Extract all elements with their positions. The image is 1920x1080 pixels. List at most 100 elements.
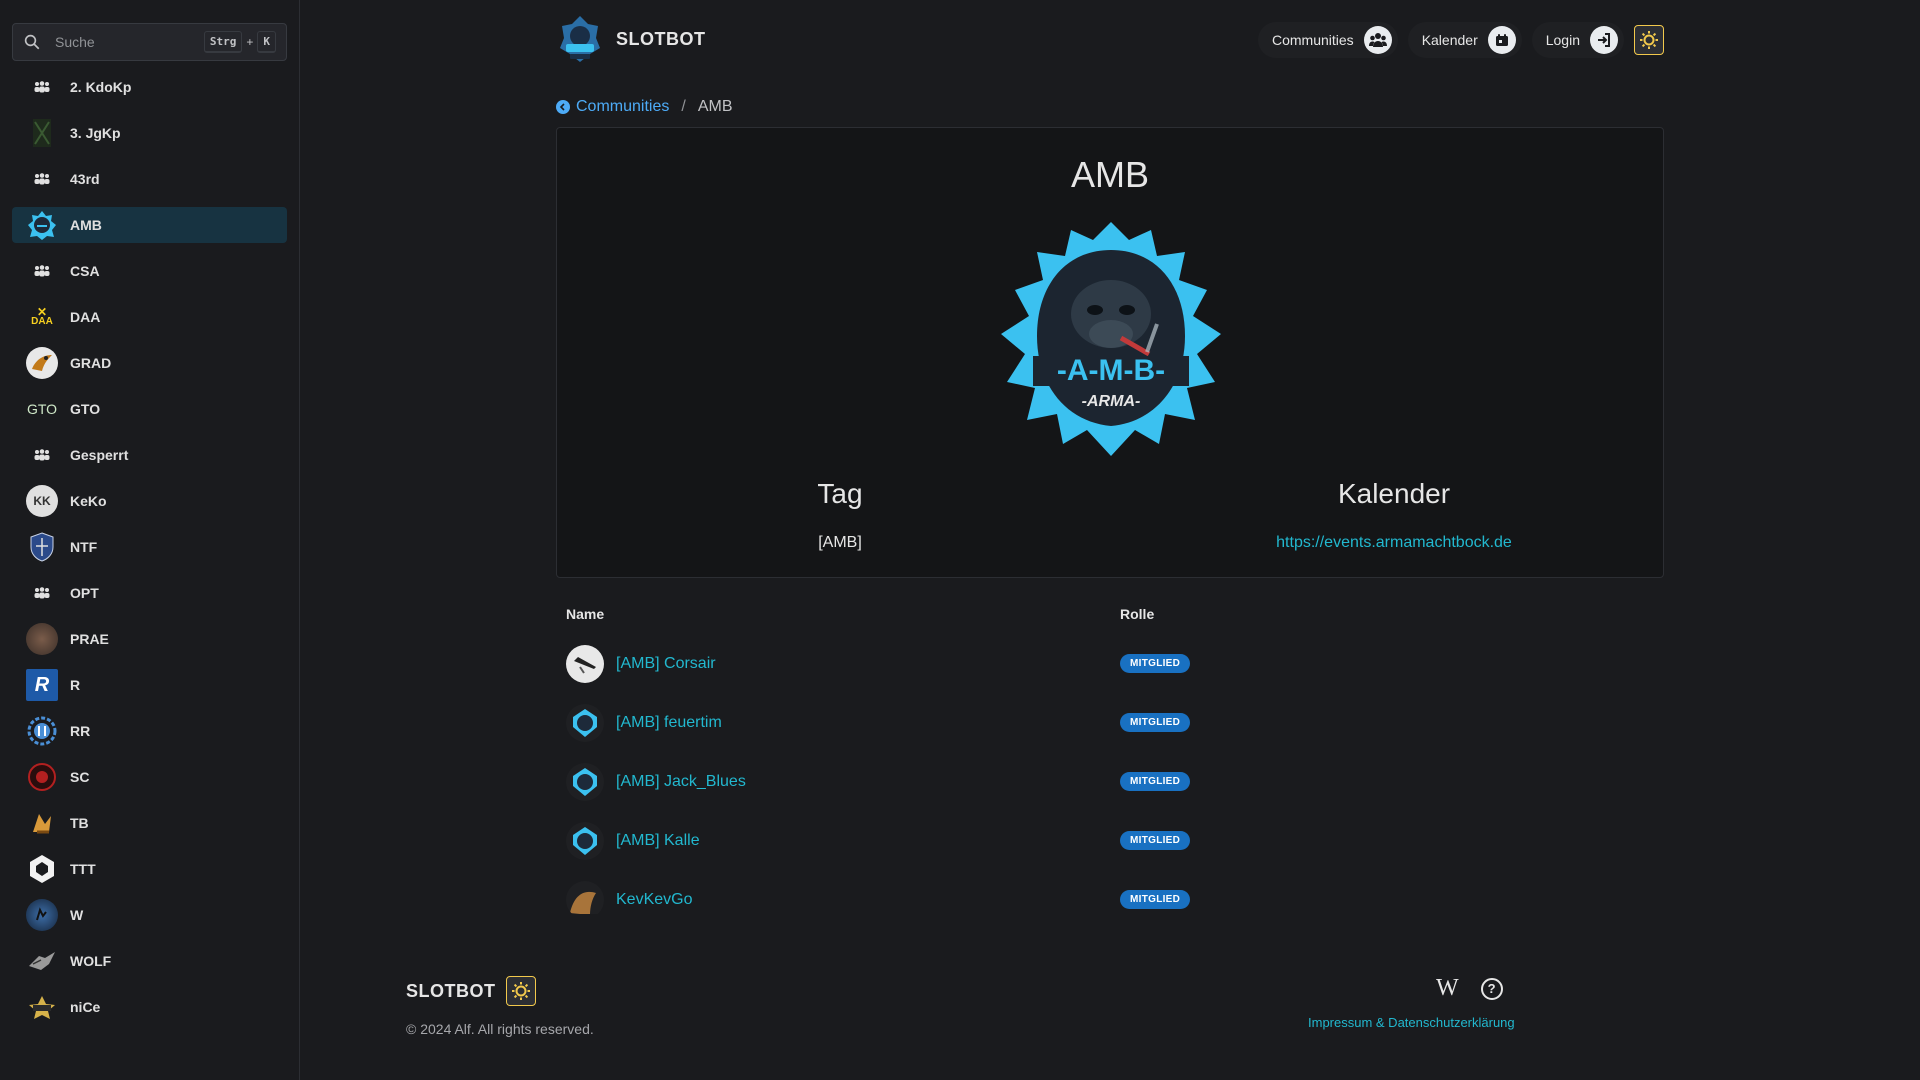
members-table: Name Rolle [AMB] Corsair MITGLIED [AMB] …	[556, 594, 1664, 914]
community-logo-icon	[26, 209, 58, 241]
calendar-link[interactable]: https://events.armamachtbock.de	[1194, 534, 1594, 552]
nav-login-button[interactable]: Login	[1531, 22, 1624, 58]
sidebar-item-ttt[interactable]: TTT	[12, 851, 287, 887]
community-logo-icon	[26, 761, 58, 793]
community-logo-icon	[26, 623, 58, 655]
community-logo-icon	[26, 807, 58, 839]
sidebar-item-label: CSA	[70, 263, 100, 279]
login-icon	[1590, 26, 1618, 54]
footer-brand-name: SLOTBOT	[406, 980, 496, 1001]
sidebar-item-label: 43rd	[70, 171, 100, 187]
group-icon	[26, 71, 58, 103]
sun-icon	[511, 982, 530, 1000]
kbd-modifier: Strg	[203, 31, 243, 53]
member-name-link[interactable]: [AMB] Corsair	[616, 655, 716, 673]
column-header-name: Name	[566, 606, 605, 622]
logo-text: -A-M-B-	[1057, 354, 1165, 387]
users-icon	[1363, 26, 1392, 54]
role-badge: MITGLIED	[1120, 654, 1191, 673]
sidebar-item-tb[interactable]: TB	[12, 805, 287, 841]
community-logo-icon: ✕ DAA	[31, 305, 53, 327]
breadcrumb: Communities / AMB	[556, 98, 732, 116]
nav-calendar-button[interactable]: Kalender	[1407, 22, 1522, 58]
footer-theme-toggle-button[interactable]	[505, 976, 536, 1006]
sidebar-item-label: RR	[70, 723, 91, 739]
community-logo-icon	[26, 715, 58, 747]
sidebar-item-nice[interactable]: niCe	[12, 989, 287, 1025]
help-icon[interactable]: ?	[1480, 977, 1503, 1000]
slotbot-logo-icon	[560, 16, 600, 62]
column-header-role: Rolle	[1120, 606, 1155, 622]
sidebar-item-label: TB	[70, 815, 89, 831]
community-logo-icon: R	[26, 669, 58, 701]
footer-icons: W ?	[1436, 975, 1503, 1002]
member-name-link[interactable]: [AMB] Jack_Blues	[616, 773, 746, 791]
sidebar-item-opt[interactable]: OPT	[12, 575, 287, 611]
sidebar-item-label: GTO	[70, 401, 101, 417]
breadcrumb-communities-link[interactable]: Communities	[556, 98, 669, 116]
community-logo-icon: KK	[26, 485, 58, 517]
header-nav: Communities Kalender Login	[1257, 22, 1664, 58]
sidebar-item-w[interactable]: W	[12, 897, 287, 933]
brand[interactable]: SLOTBOT	[556, 14, 706, 64]
community-logo-icon	[26, 945, 58, 977]
sidebar-item-43rd[interactable]: 43rd	[12, 161, 287, 197]
sidebar-item-sc[interactable]: SC	[12, 759, 287, 795]
sidebar-item-label: DAA	[70, 309, 101, 325]
search-shortcut: Strg + K	[203, 31, 276, 53]
community-card: AMB -A-M-B- -ARMA- Tag [AMB] Kalender ht…	[556, 127, 1664, 578]
sidebar-item-2-kdokp[interactable]: 2. KdoKp	[12, 69, 287, 105]
sidebar-item-gesperrt[interactable]: Gesperrt	[12, 437, 287, 473]
sidebar-item-label: Gesperrt	[70, 447, 129, 463]
member-name-link[interactable]: KevKevGo	[616, 891, 692, 909]
calendar-column: Kalender https://events.armamachtbock.de	[1194, 478, 1594, 552]
legal-link[interactable]: Impressum & Datenschutzerklärung	[1308, 1015, 1515, 1030]
logo-subtext: -ARMA-	[1082, 393, 1141, 410]
kbd-key: K	[257, 31, 276, 53]
community-logo-icon	[26, 899, 58, 931]
breadcrumb-current: AMB	[697, 98, 733, 115]
sidebar-item-3-jgkp[interactable]: 3. JgKp	[12, 115, 287, 151]
sun-icon	[1640, 31, 1658, 49]
brand-name: SLOTBOT	[616, 28, 706, 49]
avatar	[566, 762, 604, 801]
kbd-plus: +	[246, 35, 254, 49]
sidebar-item-label: R	[70, 677, 81, 693]
member-name-link[interactable]: [AMB] feuertim	[616, 714, 722, 732]
sidebar-item-label: KeKo	[70, 493, 107, 509]
page-title: AMB	[1070, 154, 1149, 195]
calendar-heading: Kalender	[1337, 478, 1451, 509]
sidebar-item-r[interactable]: R R	[12, 667, 287, 703]
sidebar-item-csa[interactable]: CSA	[12, 253, 287, 289]
community-logo-icon	[26, 347, 58, 379]
search-box[interactable]: Strg + K	[12, 23, 287, 61]
sidebar-item-rr[interactable]: RR	[12, 713, 287, 749]
tag-column: Tag [AMB]	[640, 478, 1040, 552]
search-input[interactable]	[55, 34, 195, 50]
sidebar-item-grad[interactable]: GRAD	[12, 345, 287, 381]
sidebar-item-gto[interactable]: GTO GTO	[12, 391, 287, 427]
sidebar-item-label: 3. JgKp	[70, 125, 121, 141]
sidebar-item-amb[interactable]: AMB	[12, 207, 287, 243]
sidebar-item-label: NTF	[70, 539, 98, 555]
table-row: [AMB] feuertim MITGLIED	[556, 693, 1664, 752]
sidebar-item-label: SC	[70, 769, 90, 785]
theme-toggle-button[interactable]	[1634, 25, 1664, 55]
community-logo-icon	[26, 117, 58, 149]
sidebar-item-ntf[interactable]: NTF	[12, 529, 287, 565]
sidebar-item-label: PRAE	[70, 631, 109, 647]
sidebar-item-keko[interactable]: KK KeKo	[12, 483, 287, 519]
role-badge: MITGLIED	[1120, 890, 1191, 909]
sidebar-item-prae[interactable]: PRAE	[12, 621, 287, 657]
communities-label: Communities	[1271, 32, 1354, 48]
member-name-link[interactable]: [AMB] Kalle	[616, 832, 700, 850]
table-row: [AMB] Jack_Blues MITGLIED	[556, 752, 1664, 811]
avatar	[566, 644, 604, 683]
sidebar-item-daa[interactable]: ✕ DAA DAA	[12, 299, 287, 335]
group-icon	[26, 163, 58, 195]
nav-communities-button[interactable]: Communities	[1257, 22, 1398, 58]
sidebar-item-wolf[interactable]: WOLF	[12, 943, 287, 979]
sidebar-item-label: TTT	[70, 861, 96, 877]
login-label: Login	[1545, 32, 1580, 48]
wikipedia-icon[interactable]: W	[1436, 975, 1459, 1002]
